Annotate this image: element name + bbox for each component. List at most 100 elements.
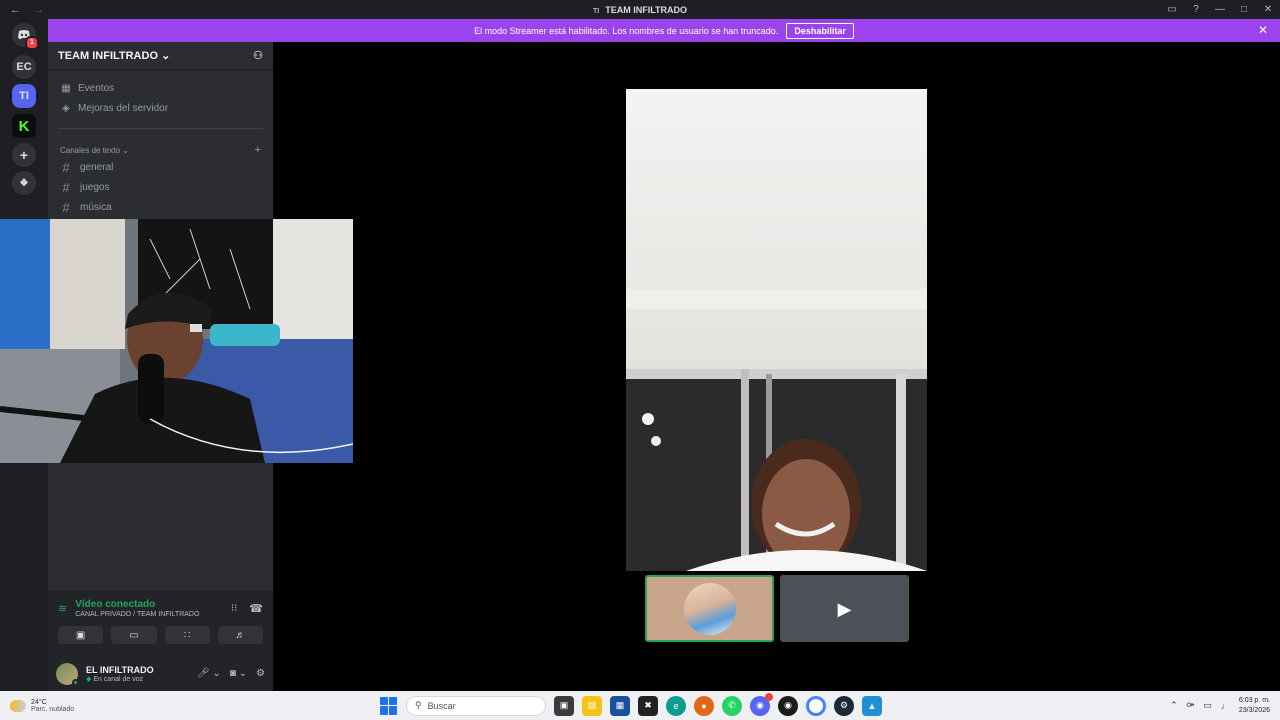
headphones-icon[interactable]: ◙ ⌄ [230, 668, 247, 679]
close-banner-icon[interactable]: ✕ [1258, 23, 1268, 37]
task-view-icon[interactable]: ▣ [554, 695, 574, 716]
photos-icon[interactable]: ▲ [862, 695, 882, 716]
server-header[interactable]: TEAM INFILTRADO ⌄ ⚇ [48, 42, 273, 70]
text-channels-category[interactable]: Canales de texto ⌄ + [48, 143, 273, 157]
voice-channel-path: CANAL PRIVADO / TEAM INFILTRADO [75, 611, 200, 618]
whatsapp-icon[interactable]: ✆ [722, 695, 742, 716]
username: EL INFILTRADO [86, 664, 154, 675]
window-title-text: TEAM INFILTRADO [605, 4, 688, 15]
file-explorer-icon[interactable]: ▨ [582, 695, 602, 716]
category-label: Canales de texto [60, 145, 121, 155]
taskbar-search[interactable]: ⚲ Buscar [406, 695, 546, 716]
hash-icon: # [62, 179, 70, 195]
kick-logo-icon[interactable]: K [12, 114, 36, 138]
minimize-icon[interactable]: — [1208, 4, 1232, 15]
streamer-mode-banner: El modo Streamer está habilitado. Los no… [48, 19, 1280, 42]
chevron-up-icon[interactable]: ⌃ [1170, 700, 1178, 711]
search-icon: ⚲ [415, 700, 422, 710]
window-titlebar: ← → TI TEAM INFILTRADO ▭ ? — □ ✕ [0, 0, 1280, 19]
activities-button[interactable]: ∷ [164, 626, 210, 644]
microphone-tray-icon[interactable]: ⚩ [1187, 700, 1195, 711]
discord-home-icon[interactable]: 1 [12, 23, 39, 50]
user-area: EL INFILTRADO ◆ En canal de voz 🎤︎ ⌄ ◙ ⌄… [48, 656, 273, 691]
soundboard-icon: ♬ [235, 629, 246, 641]
add-channel-icon[interactable]: + [255, 144, 261, 156]
microphone-icon[interactable]: 🎤︎ ⌄ [197, 668, 221, 679]
noise-suppression-icon[interactable]: ⁝⁝ [231, 603, 237, 614]
disconnect-call-icon[interactable]: ☎ [249, 602, 263, 615]
disable-streamer-button[interactable]: Deshabilitar [786, 22, 854, 39]
screen-share-icon: ▭ [129, 629, 139, 641]
partly-cloudy-icon [10, 699, 26, 712]
activities-icon: ∷ [183, 629, 191, 641]
window-title: TI TEAM INFILTRADO [0, 5, 1280, 15]
guild-ec[interactable]: EC [12, 55, 36, 79]
voice-connection-panel: ≋ Vídeo conectado CANAL PRIVADO / TEAM I… [48, 591, 273, 691]
windows-start-icon[interactable] [380, 696, 398, 715]
divider [58, 128, 263, 129]
channel-general[interactable]: # general [48, 157, 273, 177]
hash-icon: # [62, 199, 70, 215]
avatar[interactable] [56, 662, 79, 686]
compass-icon[interactable]: ❖ [12, 171, 36, 195]
avatar [683, 582, 736, 635]
channel-label: música [80, 201, 112, 213]
channel-label: general [80, 161, 114, 173]
invite-user-icon[interactable]: ⚇ [253, 49, 263, 62]
system-tray: ⌃ ⚩ ▭ ♩ 6:03 p. m. 23/3/2026 [1170, 691, 1270, 720]
steam-icon[interactable]: ⚙ [834, 695, 854, 716]
notification-dot [765, 692, 773, 701]
user-status-text: En canal de voz [93, 675, 144, 683]
temperature: 24°C [31, 698, 47, 706]
help-icon[interactable]: ? [1184, 4, 1208, 15]
time: 6:03 p. m. [1238, 696, 1270, 704]
guild-ti-label: TI [19, 90, 29, 102]
user-status: ◆ En canal de voz [86, 675, 154, 683]
notification-badge: 1 [25, 36, 39, 50]
volume-icon[interactable]: ♩ [1221, 701, 1230, 711]
obs-icon[interactable]: ◉ [778, 695, 798, 716]
calendar-icon: ▦ [61, 82, 71, 94]
hash-icon: # [62, 159, 70, 175]
boost-gem-icon: ◈ [62, 102, 70, 114]
channel-juegos[interactable]: # juegos [48, 177, 273, 197]
clock[interactable]: 6:03 p. m. 23/3/2026 [1239, 696, 1270, 716]
participant-tile-self[interactable] [645, 575, 774, 642]
chrome-icon[interactable] [806, 695, 826, 716]
weather-condition: Parc. nublado [31, 705, 75, 713]
participant-tile-camera[interactable]: ▶︎ [780, 575, 909, 642]
firefox-icon[interactable]: ● [694, 695, 714, 716]
capcut-icon[interactable]: ✖ [638, 695, 658, 716]
boosts-item[interactable]: ◈ Mejoras del servidor [48, 98, 273, 118]
video-camera-icon: ▶︎ [837, 598, 852, 619]
events-item[interactable]: ▦ Eventos [48, 78, 273, 98]
boosts-label: Mejoras del servidor [78, 102, 169, 114]
server-initials: TI [592, 7, 600, 15]
screen-share-button[interactable]: ▭ [111, 626, 157, 644]
date: 23/3/2026 [1238, 706, 1270, 714]
back-arrow-icon[interactable]: ← [10, 4, 21, 16]
channel-musica[interactable]: # música [48, 197, 273, 217]
add-server-icon[interactable]: + [12, 143, 36, 167]
forward-arrow-icon[interactable]: → [33, 4, 44, 16]
streamer-webcam-overlay [0, 219, 353, 463]
close-window-icon[interactable]: ✕ [1256, 4, 1280, 15]
server-name: TEAM INFILTRADO [58, 50, 159, 62]
signal-icon: ≋ [58, 603, 68, 615]
guild-team-infiltrado[interactable]: TI [12, 84, 36, 108]
voice-status[interactable]: Vídeo conectado [75, 599, 231, 610]
discord-taskbar-icon[interactable]: ◉ [750, 692, 773, 716]
channel-label: juegos [80, 181, 110, 193]
focused-participant-video[interactable] [626, 89, 927, 571]
maximize-icon[interactable]: □ [1232, 4, 1256, 15]
edge-browser-icon[interactable]: e [666, 695, 686, 716]
camera-off-button[interactable]: ▣ [58, 626, 104, 644]
inbox-icon[interactable]: ▭ [1160, 4, 1184, 15]
network-icon[interactable]: ▭ [1203, 700, 1212, 711]
ms-store-icon[interactable]: ▦ [610, 695, 630, 716]
soundboard-button[interactable]: ♬ [217, 626, 263, 644]
online-status-dot [72, 678, 79, 686]
weather-widget[interactable]: 24°C Parc. nublado [0, 699, 74, 713]
settings-gear-icon[interactable]: ⚙ [256, 668, 265, 679]
events-label: Eventos [78, 82, 115, 94]
